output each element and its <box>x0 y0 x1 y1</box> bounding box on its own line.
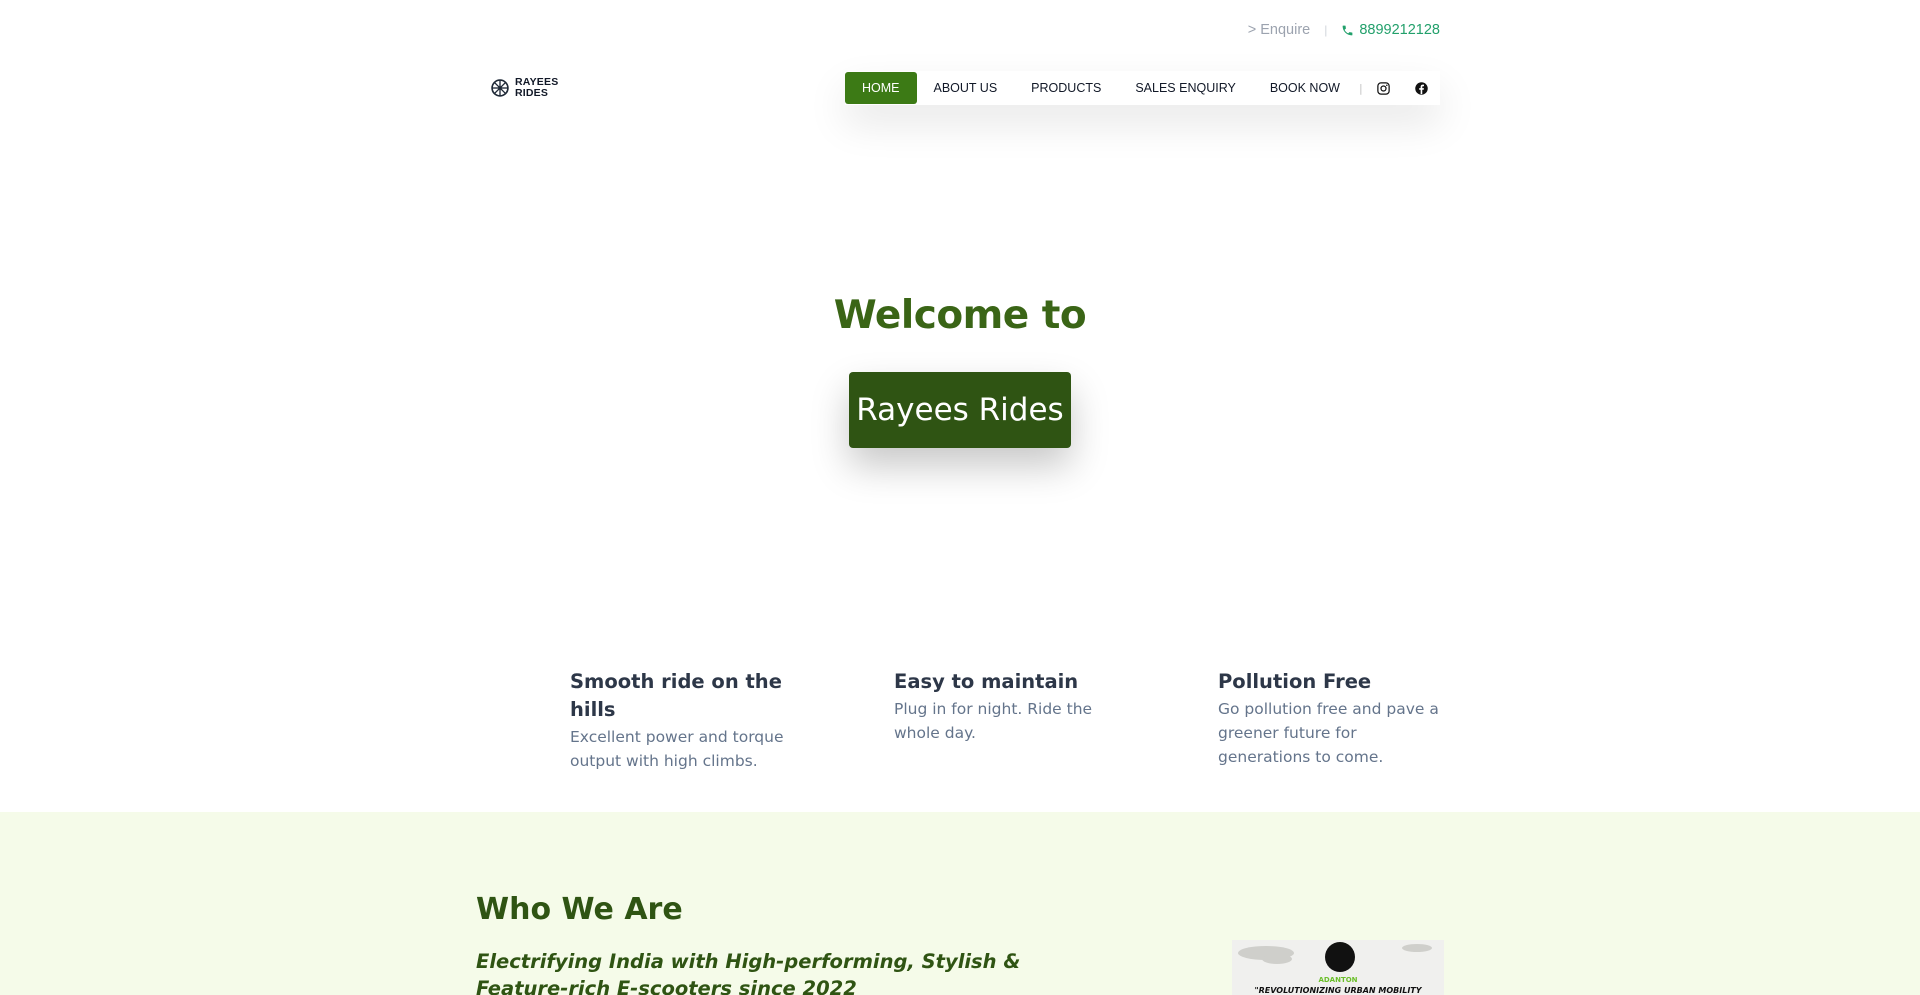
cloud-shape <box>1402 944 1432 952</box>
feature-title: Pollution Free <box>1218 670 1372 693</box>
facebook-link[interactable] <box>1402 72 1440 104</box>
feature-title: Easy to maintain <box>894 670 1079 693</box>
wheel-icon <box>491 79 509 97</box>
phone-number: 8899212128 <box>1359 22 1440 38</box>
topbar-separator: | <box>1324 23 1328 37</box>
site-logo[interactable]: RAYEES RIDES <box>490 77 558 99</box>
nav-products[interactable]: PRODUCTS <box>1014 72 1118 104</box>
who-we-are-heading: Who We Are <box>476 892 683 927</box>
who-we-are-section: Who We Are Electrifying India with High-… <box>0 812 1920 995</box>
phone-icon <box>1342 25 1353 35</box>
instagram-link[interactable] <box>1365 72 1403 104</box>
logo-text: RAYEES RIDES <box>515 77 558 99</box>
nav-about-us[interactable]: ABOUT US <box>917 72 1015 104</box>
nav-home[interactable]: HOME <box>845 72 917 104</box>
cloud-shape <box>1262 954 1292 964</box>
promo-image: ADANTON "REVOLUTIONIZING URBAN MOBILITY <box>1232 940 1444 995</box>
feature-card-maintenance: Easy to maintain Plug in for night. Ride… <box>894 668 1124 745</box>
facebook-icon <box>1414 81 1428 95</box>
feature-title: Smooth ride on the hills <box>570 670 782 721</box>
feature-description: Plug in for night. Ride the whole day. <box>894 700 1093 742</box>
promo-brand-name: ADANTON <box>1318 976 1358 984</box>
feature-description: Excellent power and torque output with h… <box>570 728 784 770</box>
promo-slogan: "REVOLUTIONIZING URBAN MOBILITY <box>1254 986 1422 995</box>
feature-card-pollution: Pollution Free Go pollution free and pav… <box>1218 668 1448 769</box>
hero-brand-badge: Rayees Rides <box>849 372 1071 448</box>
heading-strong: We Are <box>561 892 683 927</box>
instagram-icon <box>1377 81 1390 95</box>
top-contact-bar: > Enquire | 8899212128 <box>1248 22 1440 38</box>
brand-seal-icon <box>1325 942 1355 972</box>
phone-link[interactable]: 8899212128 <box>1341 22 1440 38</box>
nav-separator: | <box>1359 81 1363 95</box>
hero-welcome-heading: Welcome to <box>833 293 1087 338</box>
who-we-are-tagline: Electrifying India with High-performing,… <box>476 950 1021 995</box>
enquire-link[interactable]: > Enquire <box>1248 22 1310 38</box>
logo-line-2: RIDES <box>515 87 549 99</box>
nav-sales-enquiry[interactable]: SALES ENQUIRY <box>1118 72 1253 104</box>
nav-book-now[interactable]: BOOK NOW <box>1253 72 1357 104</box>
heading-light: Who <box>476 892 562 927</box>
main-nav: HOME ABOUT US PRODUCTS SALES ENQUIRY BOO… <box>845 71 1440 105</box>
feature-card-hills: Smooth ride on the hills Excellent power… <box>570 668 800 773</box>
feature-description: Go pollution free and pave a greener fut… <box>1218 700 1439 766</box>
